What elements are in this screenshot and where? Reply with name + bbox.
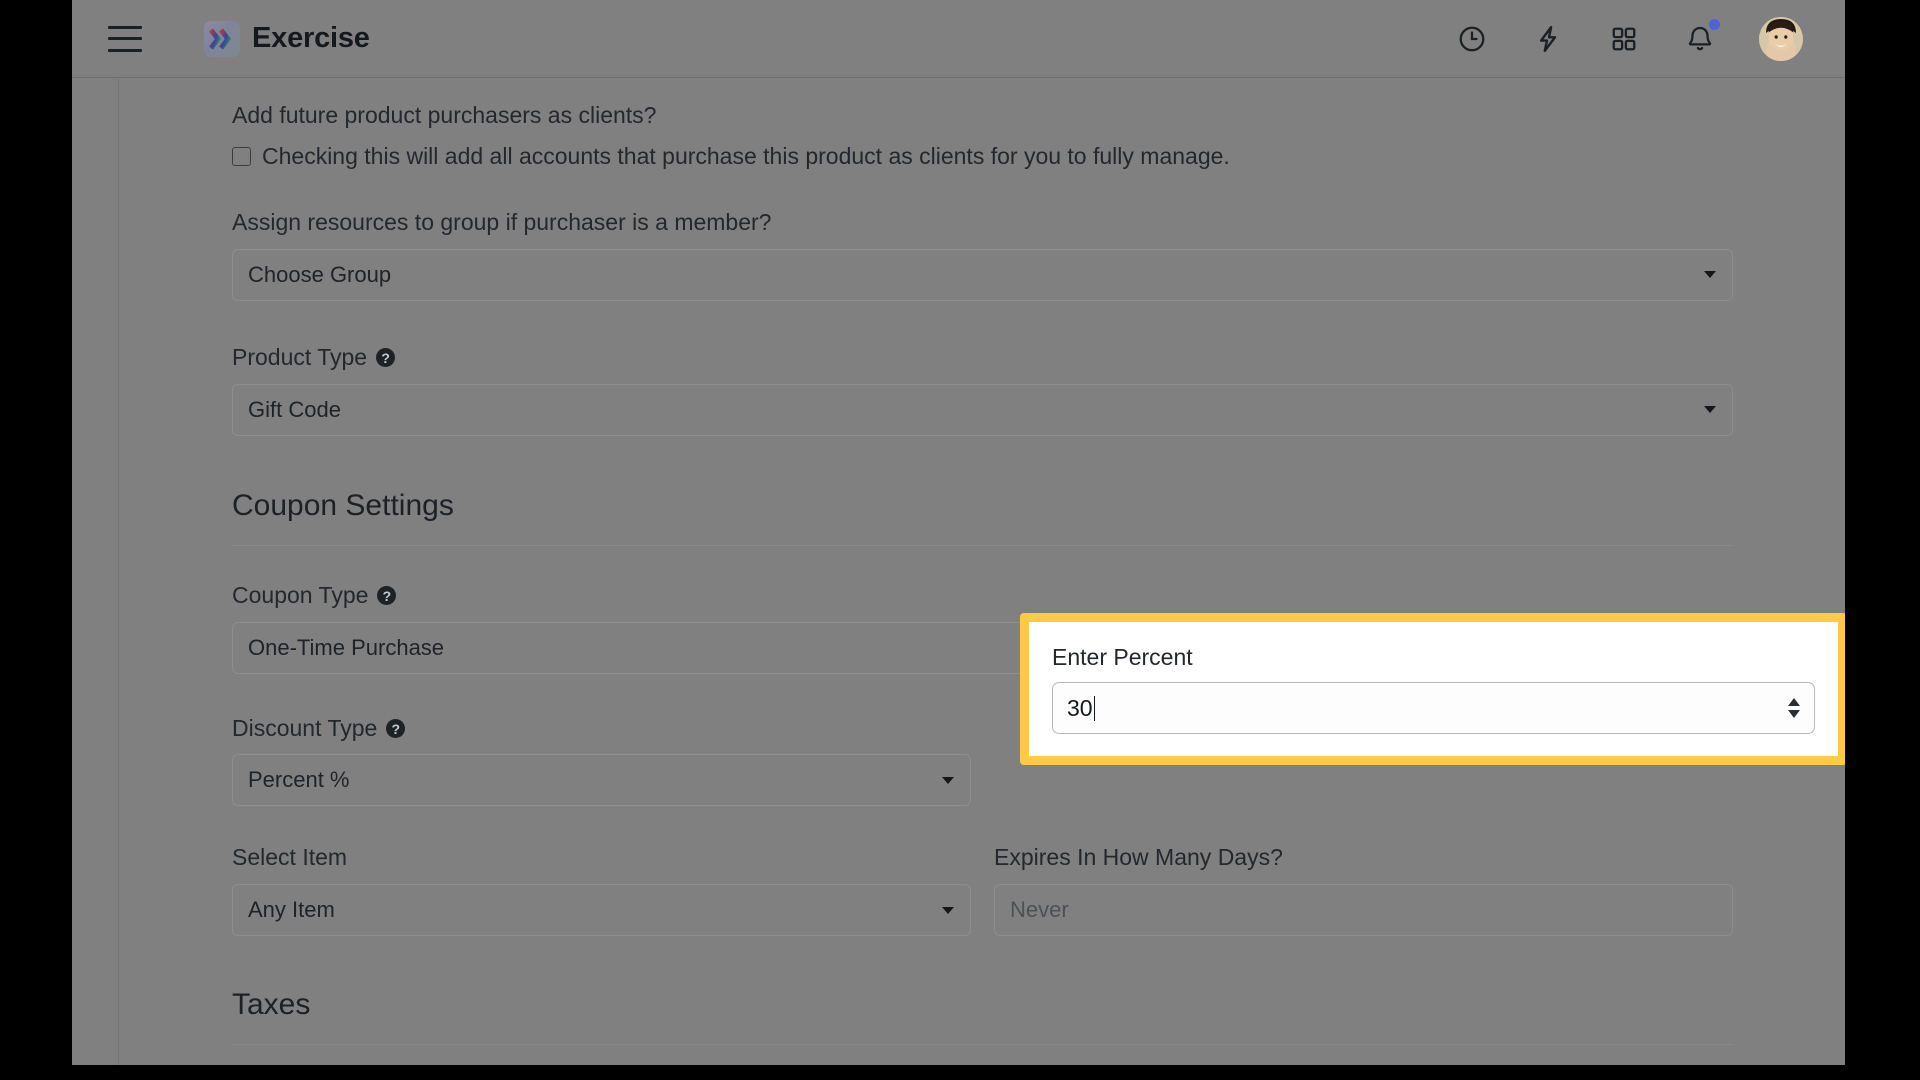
enter-percent-input[interactable]: 30 bbox=[1052, 682, 1815, 734]
help-icon[interactable]: ? bbox=[386, 719, 406, 738]
topbar-actions bbox=[1455, 16, 1845, 61]
section-divider bbox=[232, 1044, 1733, 1046]
choose-group-value: Choose Group bbox=[248, 261, 392, 287]
user-avatar[interactable] bbox=[1759, 16, 1803, 61]
brand-name: Exercise bbox=[252, 22, 370, 54]
section-divider bbox=[232, 544, 1733, 546]
item-expiry-row: Select Item Any Item Expires In How Many… bbox=[232, 843, 1733, 937]
apps-grid-icon[interactable] bbox=[1607, 22, 1641, 56]
select-item-field: Select Item Any Item bbox=[232, 843, 971, 937]
top-navigation-bar: Exercise bbox=[72, 0, 1845, 78]
discount-type-value: Percent % bbox=[248, 767, 350, 793]
app-window: Exercise Add future product purchasers a… bbox=[72, 0, 1845, 1065]
clients-checkbox[interactable] bbox=[232, 146, 251, 166]
discount-type-label-row: Discount Type ? bbox=[232, 714, 971, 744]
chevron-down-icon bbox=[942, 906, 954, 914]
text-cursor bbox=[1093, 695, 1096, 721]
collapsed-sidebar-rail bbox=[72, 79, 119, 1065]
chevron-down-icon bbox=[1704, 406, 1716, 414]
assign-group-label: Assign resources to group if purchaser i… bbox=[232, 208, 772, 235]
assign-group-field: Assign resources to group if purchaser i… bbox=[232, 208, 1733, 301]
hamburger-menu-icon[interactable] bbox=[108, 25, 142, 52]
screen: Exercise Add future product purchasers a… bbox=[0, 0, 1920, 1080]
expires-label: Expires In How Many Days? bbox=[994, 844, 1283, 871]
notifications-bell-icon[interactable] bbox=[1683, 18, 1720, 56]
expires-field: Expires In How Many Days? Never bbox=[994, 843, 1733, 937]
lightning-bolt-icon[interactable] bbox=[1531, 22, 1565, 56]
expires-placeholder: Never bbox=[1010, 897, 1069, 923]
select-item-value: Any Item bbox=[248, 897, 335, 923]
enter-percent-highlight-callout: Enter Percent 30 bbox=[1020, 613, 1845, 765]
clients-question-label: Add future product purchasers as clients… bbox=[232, 102, 657, 128]
choose-group-select[interactable]: Choose Group bbox=[232, 248, 1733, 301]
stepper-down-icon[interactable] bbox=[1788, 710, 1800, 718]
product-type-label: Product Type bbox=[232, 343, 368, 370]
clock-icon[interactable] bbox=[1455, 22, 1489, 56]
coupon-type-label: Coupon Type bbox=[232, 581, 369, 608]
clients-field: Add future product purchasers as clients… bbox=[232, 101, 1733, 170]
product-type-select[interactable]: Gift Code bbox=[232, 383, 1733, 436]
product-type-value: Gift Code bbox=[248, 396, 341, 422]
number-stepper[interactable] bbox=[1788, 698, 1800, 718]
chevron-stack-logo-icon bbox=[204, 20, 240, 57]
product-settings-panel: Add future product purchasers as clients… bbox=[120, 79, 1845, 1065]
stepper-up-icon[interactable] bbox=[1788, 698, 1800, 706]
discount-type-label: Discount Type bbox=[232, 714, 378, 741]
enter-percent-label: Enter Percent bbox=[1052, 644, 1193, 670]
product-type-field: Product Type ? Gift Code bbox=[232, 343, 1733, 436]
help-icon[interactable]: ? bbox=[377, 586, 397, 606]
help-icon[interactable]: ? bbox=[376, 348, 396, 368]
discount-type-field: Discount Type ? Percent % bbox=[232, 714, 971, 807]
clients-checkbox-label: Checking this will add all accounts that… bbox=[262, 142, 1230, 169]
select-item-label: Select Item bbox=[232, 844, 348, 871]
enter-percent-value: 30 bbox=[1067, 694, 1093, 721]
discount-type-select[interactable]: Percent % bbox=[232, 754, 971, 807]
coupon-settings-title: Coupon Settings bbox=[232, 488, 454, 522]
notification-badge-dot bbox=[1709, 18, 1720, 30]
clients-checkbox-row[interactable]: Checking this will add all accounts that… bbox=[232, 143, 1733, 170]
product-type-label-row: Product Type ? bbox=[232, 343, 1733, 373]
coupon-type-value: One-Time Purchase bbox=[248, 634, 445, 660]
chevron-down-icon bbox=[942, 776, 954, 784]
taxes-title: Taxes bbox=[232, 988, 311, 1022]
select-item-select[interactable]: Any Item bbox=[232, 884, 971, 937]
coupon-type-label-row: Coupon Type ? bbox=[232, 581, 1733, 611]
brand-logo-link[interactable]: Exercise bbox=[204, 20, 370, 57]
coupon-settings-section: Coupon Settings bbox=[232, 489, 1733, 546]
chevron-down-icon bbox=[1704, 271, 1716, 279]
taxes-section: Taxes Save the product to add taxes. bbox=[232, 988, 1733, 1065]
expires-input[interactable]: Never bbox=[994, 884, 1733, 937]
